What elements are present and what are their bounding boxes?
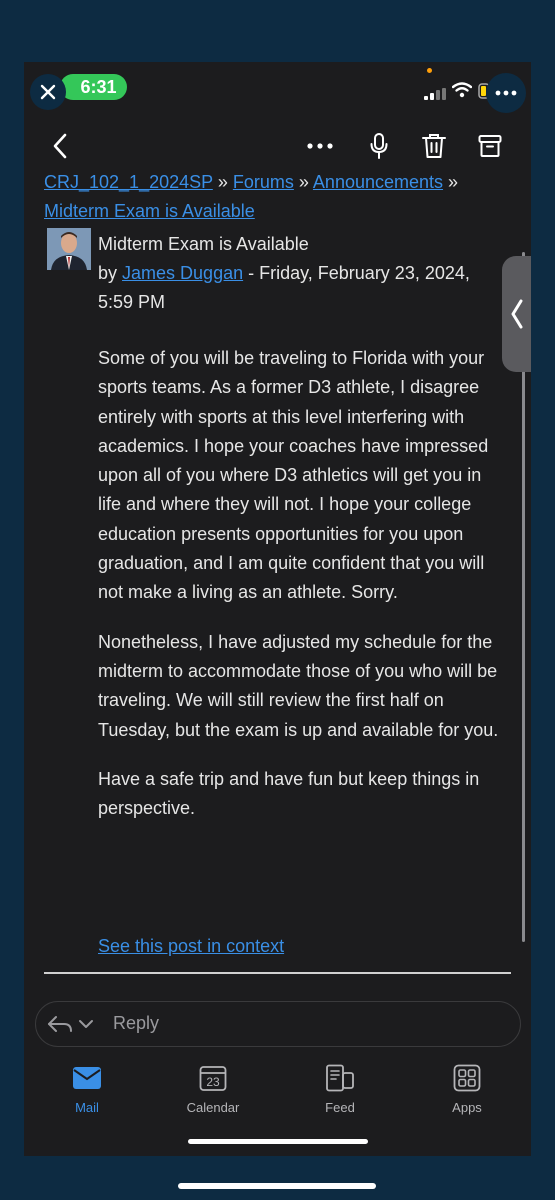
post-header: Midterm Exam is Available by James Dugga… <box>98 230 498 317</box>
author-link[interactable]: James Duggan <box>122 263 243 283</box>
post-content: Some of you will be traveling to Florida… <box>98 344 508 843</box>
more-horizontal-icon <box>495 90 517 96</box>
tab-label: Calendar <box>186 1100 240 1115</box>
reply-bar[interactable]: Reply <box>35 1001 521 1047</box>
person-photo-icon <box>47 228 91 270</box>
delete-button[interactable] <box>416 128 452 164</box>
tab-label: Apps <box>452 1100 482 1115</box>
dictate-button[interactable] <box>361 128 397 164</box>
reply-label: Reply <box>113 1013 160 1033</box>
breadcrumb-forums-link[interactable]: Forums <box>233 172 294 192</box>
calendar-day: 23 <box>206 1075 220 1089</box>
bottom-tab-bar: Mail 23 Calendar Feed Apps <box>24 1052 531 1122</box>
author-avatar <box>47 228 91 270</box>
post-byline: by James Duggan - Friday, February 23, 2… <box>98 259 498 317</box>
breadcrumb-announcements-link[interactable]: Announcements <box>313 172 443 192</box>
footer-link-clipped <box>44 990 444 998</box>
side-panel-handle[interactable] <box>502 256 531 372</box>
message-body: CRJ_102_1_2024SP » Forums » Announcement… <box>24 168 531 998</box>
tab-label: Mail <box>75 1100 99 1115</box>
breadcrumb: CRJ_102_1_2024SP » Forums » Announcement… <box>44 168 514 226</box>
close-button[interactable] <box>30 74 66 110</box>
status-time: 6:31 <box>80 76 117 97</box>
email-screen: 6:31 CRJ_102_1_2024SP » Forums » Announc… <box>24 62 531 1156</box>
byline-prefix: by <box>98 263 118 283</box>
breadcrumb-separator: » <box>217 172 228 192</box>
breadcrumb-topic-link[interactable]: Midterm Exam is Available <box>44 201 255 221</box>
breadcrumb-separator: » <box>448 172 459 192</box>
divider <box>44 972 511 974</box>
chevron-left-icon <box>511 299 522 329</box>
chevron-left-icon <box>53 133 67 159</box>
tab-calendar[interactable]: 23 Calendar <box>168 1062 258 1115</box>
trash-icon <box>422 134 446 158</box>
status-bar: 6:31 <box>24 62 531 113</box>
post-paragraph: Some of you will be traveling to Florida… <box>98 348 489 603</box>
tab-label: Feed <box>325 1100 355 1115</box>
cellular-signal-icon <box>424 88 446 100</box>
breadcrumb-separator: » <box>298 172 309 192</box>
tab-apps[interactable]: Apps <box>422 1062 512 1115</box>
reply-arrow-icon[interactable] <box>46 1013 98 1035</box>
more-options-button[interactable] <box>486 73 526 113</box>
tab-mail[interactable]: Mail <box>42 1062 132 1115</box>
post-paragraph: Nonetheless, I have adjusted my schedule… <box>98 631 499 740</box>
microphone-icon <box>370 133 388 159</box>
privacy-indicator-dot <box>427 68 432 73</box>
post-title: Midterm Exam is Available <box>98 234 309 254</box>
post-paragraph: Have a safe trip and have fun but keep t… <box>98 768 480 819</box>
back-button[interactable] <box>42 128 78 164</box>
outer-home-indicator[interactable] <box>178 1183 376 1189</box>
call-time-pill[interactable]: 6:31 <box>60 74 127 100</box>
apps-icon <box>453 1064 481 1092</box>
archive-icon <box>478 135 502 157</box>
more-actions-button[interactable] <box>302 128 338 164</box>
mail-icon <box>73 1067 101 1089</box>
message-toolbar <box>24 124 531 168</box>
home-indicator[interactable] <box>188 1139 368 1144</box>
feed-icon <box>326 1064 354 1092</box>
archive-button[interactable] <box>472 128 508 164</box>
breadcrumb-course-link[interactable]: CRJ_102_1_2024SP <box>44 172 213 192</box>
see-post-in-context-link[interactable]: See this post in context <box>98 932 284 961</box>
close-icon <box>40 84 56 100</box>
tab-feed[interactable]: Feed <box>295 1062 385 1115</box>
more-horizontal-icon <box>307 143 333 149</box>
context-link-text: See this post in context <box>98 936 285 956</box>
wifi-icon <box>452 82 472 98</box>
